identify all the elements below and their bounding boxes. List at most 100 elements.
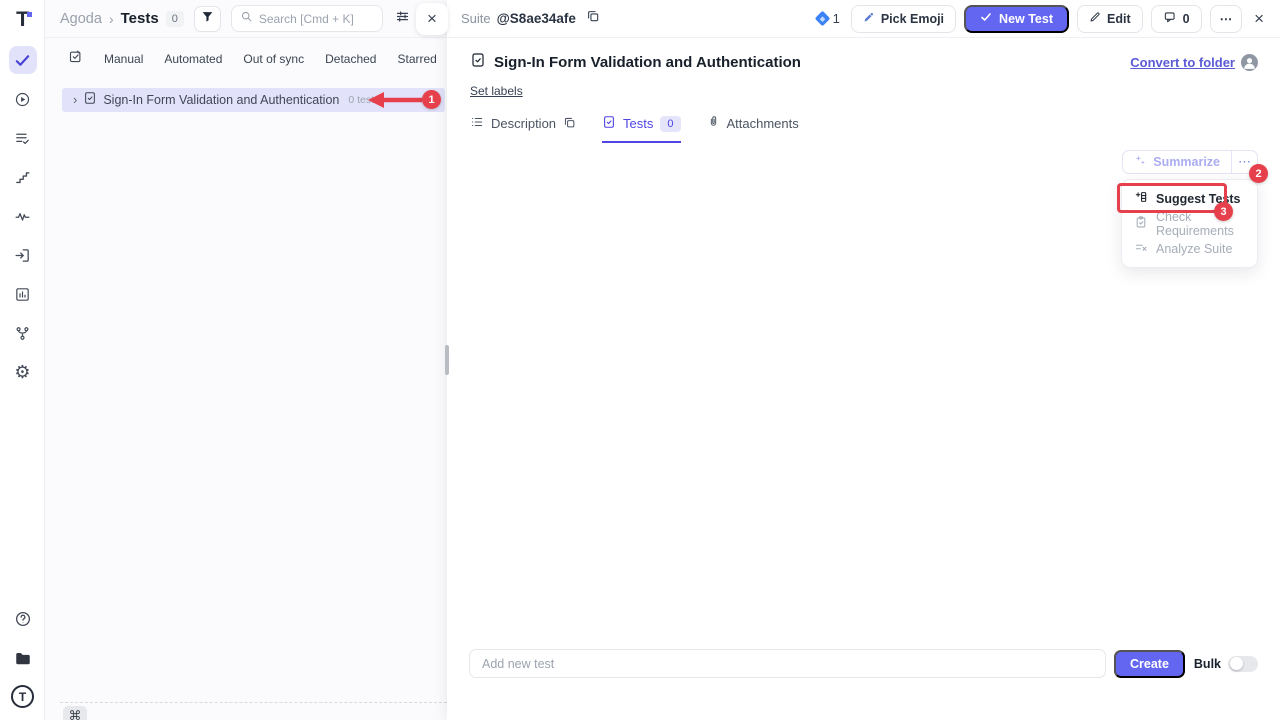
pick-emoji-label: Pick Emoji [881,12,944,26]
header-more-button[interactable]: ⋯ [1210,5,1243,33]
list-icon [470,115,484,132]
suite-doc-icon [83,91,97,110]
annotation-step-1: 1 [422,90,441,109]
edit-button[interactable]: Edit [1077,5,1143,33]
set-labels-link[interactable]: Set labels [470,84,523,98]
check-icon [980,11,992,26]
filter-tabs: Manual Automated Out of sync Detached St… [68,48,437,70]
sign-in-icon [14,247,31,264]
icon-sidebar: T [0,0,45,720]
pulse-icon [14,208,31,225]
suite-detail-panel: Suite @S8ae34afe 1 Pick Emoji New Test [447,0,1280,720]
filter-tab-starred[interactable]: Starred [397,52,436,66]
sidebar-item-plans[interactable] [9,124,37,152]
copy-suite-id-button[interactable] [586,9,600,28]
check-icon [14,52,31,69]
search-input[interactable] [259,12,369,26]
sidebar-item-analytics[interactable] [9,202,37,230]
funnel-icon [201,10,214,28]
help-button[interactable] [9,605,37,633]
filter-tab-automated[interactable]: Automated [164,52,222,66]
projects-button[interactable] [9,645,37,673]
workspace-badge[interactable]: T [11,685,34,708]
summarize-label: Summarize [1153,155,1220,169]
paperclip-icon [707,115,720,131]
version-indicator[interactable]: 1 [817,11,840,26]
comment-bubble-icon [1163,10,1177,27]
sidebar-item-branches[interactable] [9,319,37,347]
bar-chart-icon [14,286,31,303]
new-test-button[interactable]: New Test [964,5,1069,33]
close-detail-button[interactable]: × [1254,9,1264,29]
bulk-toggle[interactable] [1228,656,1258,672]
badge-t-glyph: T [19,690,26,704]
more-icon: ⋯ [1238,154,1251,170]
menu-item-analyze-suite[interactable]: Analyze Suite [1122,236,1257,261]
diamond-icon [814,11,830,27]
app-logo[interactable]: T [0,6,45,34]
search-icon [240,10,253,28]
suite-title: Sign-In Form Validation and Authenticati… [494,54,801,71]
sparkles-icon [1134,154,1147,170]
help-circle-icon [14,610,32,628]
list-check-icon [14,130,31,147]
create-button[interactable]: Create [1114,650,1185,678]
ai-actions-group: Summarize ⋯ [1122,150,1258,174]
suite-doc-icon [470,52,486,73]
sidebar-item-import[interactable] [9,241,37,269]
copy-description-icon[interactable] [563,116,576,132]
suite-id: @S8ae34afe [497,11,576,26]
tree-panel-header: Agoda › Tests 0 [45,0,447,38]
close-icon: × [427,9,437,29]
add-test-input[interactable] [469,649,1106,678]
entity-type-label: Suite [461,11,491,26]
tests-count-badge: 0 [166,11,184,27]
edit-label: Edit [1107,12,1131,26]
clipboard-check-icon [1134,215,1148,232]
tab-tests[interactable]: Tests 0 [602,115,680,143]
filter-tab-out-of-sync[interactable]: Out of sync [243,52,304,66]
analyze-icon [1134,240,1148,257]
tab-attachments-label: Attachments [727,116,799,131]
stairs-icon [14,169,31,186]
sidebar-item-reports[interactable] [9,280,37,308]
user-avatar[interactable] [1241,54,1258,71]
filter-button[interactable] [194,6,221,32]
comments-button[interactable]: 0 [1151,5,1202,33]
filter-tab-manual[interactable]: Manual [104,52,143,66]
expand-chevron-icon[interactable]: › [73,93,77,106]
convert-to-folder-link[interactable]: Convert to folder [1130,55,1235,70]
logo-accent [27,12,32,17]
pick-emoji-button[interactable]: Pick Emoji [851,5,956,33]
tab-tests-count-badge: 0 [660,116,680,132]
breadcrumb-project[interactable]: Agoda [60,11,102,27]
comments-count: 0 [1183,12,1190,26]
sidebar-item-tests[interactable] [9,46,37,74]
sidebar-item-runs[interactable] [9,85,37,113]
close-panel-button[interactable]: × [416,3,448,35]
bulk-select-icon[interactable] [68,49,83,69]
annotation-arrow-1 [364,88,426,112]
app-window: T [0,0,1280,720]
new-test-label: New Test [999,12,1053,26]
tree-panel-footer: ⌘ [60,702,447,703]
sidebar-item-steps[interactable] [9,163,37,191]
branch-icon [14,325,31,342]
menu-item-check-requirements[interactable]: Check Requirements [1122,211,1257,236]
copy-icon [586,9,600,28]
filter-tab-detached[interactable]: Detached [325,52,376,66]
command-shortcut-badge[interactable]: ⌘ [63,706,87,720]
add-test-footer: Create Bulk [469,649,1258,678]
more-icon: ⋯ [1220,11,1233,26]
sidebar-item-settings[interactable]: ⚙ [9,358,37,386]
suite-tree-title: Sign-In Form Validation and Authenticati… [103,93,339,107]
panel-resize-handle[interactable] [445,345,449,375]
close-icon: × [1254,9,1264,28]
tab-description[interactable]: Description [470,115,576,141]
summarize-button[interactable]: Summarize [1122,150,1231,174]
breadcrumb-chevron-icon: › [109,11,114,27]
tab-attachments[interactable]: Attachments [707,115,799,140]
tab-description-label: Description [491,116,556,131]
command-icon: ⌘ [69,708,82,720]
view-options-button[interactable] [392,8,414,30]
